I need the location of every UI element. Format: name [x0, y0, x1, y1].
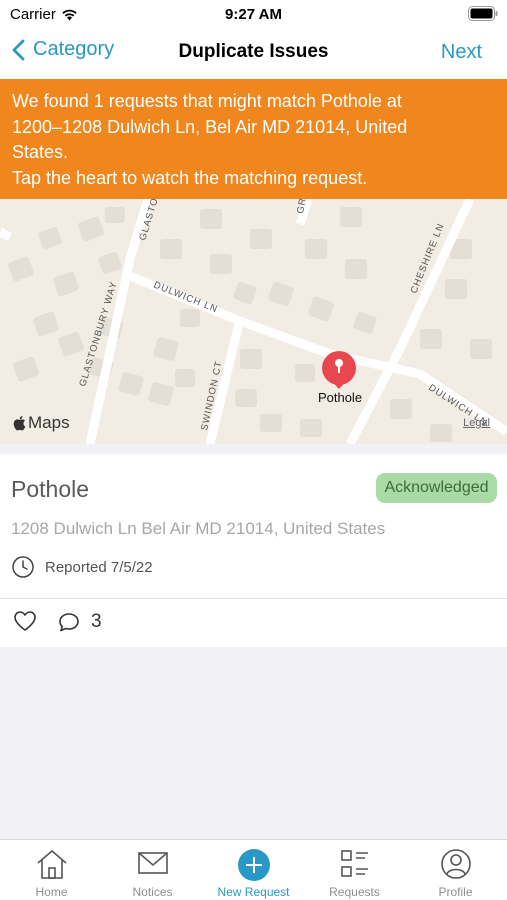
tab-home[interactable]: Home [1, 840, 102, 900]
list-icon [340, 850, 368, 877]
banner-line: We found 1 requests that might match Pot… [12, 91, 402, 111]
page-title: Duplicate Issues [178, 41, 329, 62]
clock-icon [12, 556, 34, 578]
comment-count: 3 [91, 611, 102, 632]
navigation-bar: Category Duplicate Issues Next [0, 28, 507, 79]
duplicate-banner: We found 1 requests that might match Pot… [0, 79, 507, 199]
tab-notices[interactable]: Notices [102, 840, 203, 900]
maps-brand-label: Maps [28, 413, 70, 432]
reported-label: Reported 7/5/22 [45, 558, 153, 576]
map-view[interactable]: DULWICH LN GLASTONBURY WAY GLASTO SWINDO… [0, 199, 507, 444]
map-pin-icon[interactable] [322, 351, 356, 389]
tab-label: Home [35, 885, 68, 899]
status-badge: Acknowledged [376, 473, 497, 503]
plus-circle-icon [237, 849, 270, 881]
tab-label: Requests [329, 885, 380, 899]
battery-icon [468, 6, 498, 21]
tab-requests[interactable]: Requests [304, 840, 405, 900]
tab-new-request[interactable]: New Request [203, 840, 304, 900]
apple-maps-logo: Maps [12, 413, 70, 433]
reported-date: Reported 7/5/22 [11, 555, 153, 579]
apple-logo-icon [13, 416, 26, 431]
status-bar: Carrier 9:27 AM [0, 0, 507, 28]
banner-line: States. [12, 142, 69, 162]
home-icon [36, 850, 67, 879]
request-actions: 3 [0, 599, 507, 647]
person-icon [440, 849, 471, 879]
tab-label: Profile [438, 885, 473, 899]
envelope-icon [137, 852, 168, 874]
tab-label: Notices [132, 885, 173, 899]
request-address: 1208 Dulwich Ln Bel Air MD 21014, United… [11, 519, 386, 538]
comment-bubble-icon [59, 613, 79, 632]
tab-label: New Request [217, 885, 290, 899]
tab-profile[interactable]: Profile [405, 840, 506, 900]
map-canvas: DULWICH LN GLASTONBURY WAY GLASTO SWINDO… [0, 199, 507, 444]
request-title: Pothole [11, 476, 90, 502]
pin-label: Pothole [317, 390, 363, 405]
watch-button[interactable] [13, 610, 37, 637]
next-button[interactable]: Next [441, 41, 482, 64]
heart-icon [14, 611, 36, 631]
request-card[interactable]: Pothole Acknowledged 1208 Dulwich Ln Bel… [0, 454, 507, 598]
legal-link[interactable]: Legal [463, 417, 490, 429]
comments-button[interactable]: 3 [57, 611, 102, 633]
status-time: 9:27 AM [225, 6, 282, 23]
banner-line: Tap the heart to watch the matching requ… [12, 167, 368, 188]
banner-line: 1200–1208 Dulwich Ln, Bel Air MD 21014, … [12, 116, 408, 137]
tab-bar: Home Notices New Request Requests Profil… [0, 839, 507, 900]
